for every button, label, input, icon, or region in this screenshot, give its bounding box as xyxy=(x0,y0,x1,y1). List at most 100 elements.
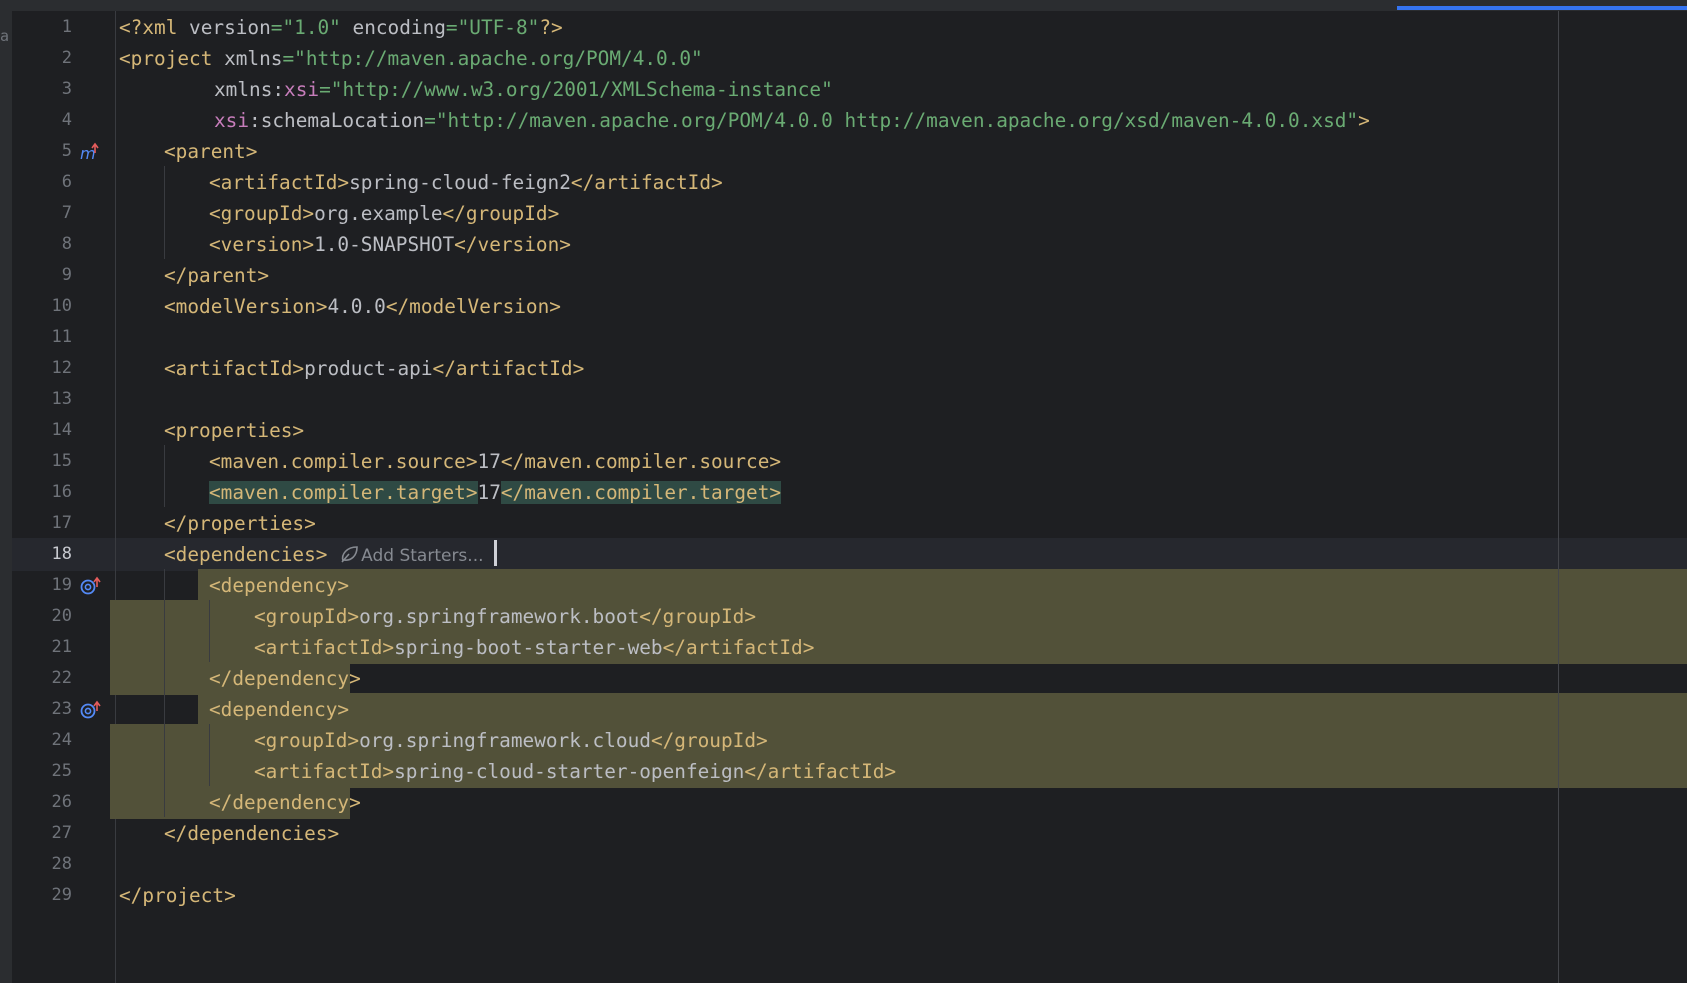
line-number: 23 xyxy=(51,699,72,719)
equals: = xyxy=(445,16,458,39)
tag-open: <maven.compiler.source> xyxy=(209,450,478,473)
line-number: 20 xyxy=(51,606,72,626)
equals: = xyxy=(424,109,436,132)
tag-text: spring-cloud-starter-openfeign xyxy=(394,760,745,783)
attr-value: "http://maven.apache.org/POM/4.0.0 http:… xyxy=(435,109,1359,132)
line-number: 28 xyxy=(51,854,72,874)
tag: </properties> xyxy=(164,512,316,535)
left-strip-letter: a xyxy=(0,27,10,45)
tag: <properties> xyxy=(164,419,305,442)
line-number: 26 xyxy=(51,792,72,812)
tag-open: <artifactId> xyxy=(254,760,395,783)
tag-text: spring-cloud-feign2 xyxy=(349,171,571,194)
attr-value: "http://maven.apache.org/POM/4.0.0" xyxy=(294,47,703,70)
code-line: <artifactId>spring-cloud-starter-openfei… xyxy=(116,755,1687,788)
line-number: 17 xyxy=(51,513,72,533)
line-number: 22 xyxy=(51,668,72,688)
code-line: </dependencies> xyxy=(116,817,1687,850)
code-line: <groupId>org.springframework.cloud</grou… xyxy=(116,724,1687,757)
code-line: <artifactId>spring-boot-starter-web</art… xyxy=(116,631,1687,664)
tag-close: </modelVersion> xyxy=(385,295,561,318)
tag-close: </artifactId> xyxy=(662,636,815,659)
line-number: 21 xyxy=(51,637,72,657)
right-margin-guide xyxy=(1558,11,1559,983)
tag-close: </artifactId> xyxy=(570,171,723,194)
namespace-prefix: xsi xyxy=(214,109,250,132)
tag: <dependency> xyxy=(209,574,350,597)
code-line: <dependency> xyxy=(116,569,1687,602)
tag-open: <version> xyxy=(209,233,315,256)
line-number: 19 xyxy=(51,575,72,595)
line-number: 4 xyxy=(61,110,72,130)
scroll-indicator xyxy=(1397,6,1687,10)
code-line: </dependency> xyxy=(116,786,1687,819)
code-line: <groupId>org.springframework.boot</group… xyxy=(116,600,1687,633)
line-number: 13 xyxy=(51,389,72,409)
tag: </project> xyxy=(119,884,236,907)
xml-declaration-close: ?> xyxy=(539,16,563,39)
equals: = xyxy=(270,16,283,39)
line-number: 11 xyxy=(51,327,72,347)
tag-text: 1.0-SNAPSHOT xyxy=(314,233,455,256)
xml-declaration-open: <?xml xyxy=(119,16,190,39)
code-line: <modelVersion>4.0.0</modelVersion> xyxy=(116,290,1687,323)
equals: = xyxy=(282,47,295,70)
namespace-prefix: xsi xyxy=(284,78,320,101)
code-line: <artifactId>product-api</artifactId> xyxy=(116,352,1687,385)
spring-leaf-icon xyxy=(341,546,358,563)
tag: </dependency> xyxy=(209,667,361,690)
tag-text: 4.0.0 xyxy=(327,295,386,318)
code-line: xsi:schemaLocation="http://maven.apache.… xyxy=(116,104,1687,137)
code-line: <parent> xyxy=(116,135,1687,168)
tag-close: </artifactId> xyxy=(744,760,897,783)
attr-name: xmlns xyxy=(224,47,283,70)
code-line: </dependency> xyxy=(116,662,1687,695)
code-area[interactable]: <?xml version="1.0" encoding="UTF-8"?> <… xyxy=(110,11,1687,983)
dependency-goto-icon[interactable] xyxy=(79,575,103,597)
tag-text: org.example xyxy=(314,202,443,225)
tag: <parent> xyxy=(164,140,258,163)
tag-open: <groupId> xyxy=(209,202,315,225)
line-number: 24 xyxy=(51,730,72,750)
tag-open-matched: <maven.compiler.target> xyxy=(209,481,478,504)
tag-close: > xyxy=(1358,109,1370,132)
tag-text: org.springframework.boot xyxy=(359,605,640,628)
line-number: 7 xyxy=(61,203,72,223)
line-number: 9 xyxy=(61,265,72,285)
line-number: 2 xyxy=(61,48,72,68)
tag-close: </groupId> xyxy=(442,202,560,225)
tag-text: org.springframework.cloud xyxy=(359,729,651,752)
attr-name: version xyxy=(189,16,271,39)
left-tool-strip: a xyxy=(0,11,12,983)
tag: <dependencies> xyxy=(164,543,328,566)
code-line: </project> xyxy=(116,879,1687,912)
tag: </dependency> xyxy=(209,791,361,814)
add-starters-hint[interactable]: Add Starters... xyxy=(339,546,484,566)
code-line: </properties> xyxy=(116,507,1687,540)
code-line-current: <dependencies> Add Starters... xyxy=(116,538,1687,571)
tag-open: <artifactId> xyxy=(164,357,305,380)
code-line: </parent> xyxy=(116,259,1687,292)
line-number: 5 xyxy=(61,141,72,161)
tag-text: 17 xyxy=(477,481,501,504)
line-number: 14 xyxy=(51,420,72,440)
text-caret xyxy=(493,540,497,566)
line-number: 12 xyxy=(51,358,72,378)
code-editor[interactable]: a 1 2 3 4 5 m 6 7 8 9 10 11 12 13 14 15 … xyxy=(0,0,1687,983)
tag-open: <groupId> xyxy=(254,729,360,752)
line-number-gutter[interactable]: 1 2 3 4 5 m 6 7 8 9 10 11 12 13 14 15 16… xyxy=(12,11,116,983)
maven-parent-icon[interactable]: m xyxy=(79,141,103,163)
line-number: 6 xyxy=(61,172,72,192)
line-number: 25 xyxy=(51,761,72,781)
code-line: <properties> xyxy=(116,414,1687,447)
code-line: <artifactId>spring-cloud-feign2</artifac… xyxy=(116,166,1687,199)
line-number: 8 xyxy=(61,234,72,254)
code-line: <?xml version="1.0" encoding="UTF-8"?> xyxy=(116,11,1687,44)
tag-close-matched: </maven.compiler.target> xyxy=(500,481,782,504)
line-number: 15 xyxy=(51,451,72,471)
line-number: 1 xyxy=(61,17,72,37)
dependency-goto-icon[interactable] xyxy=(79,699,103,721)
editor-tab-bar xyxy=(0,0,1687,11)
tag: </parent> xyxy=(164,264,270,287)
tag-close: </groupId> xyxy=(650,729,768,752)
